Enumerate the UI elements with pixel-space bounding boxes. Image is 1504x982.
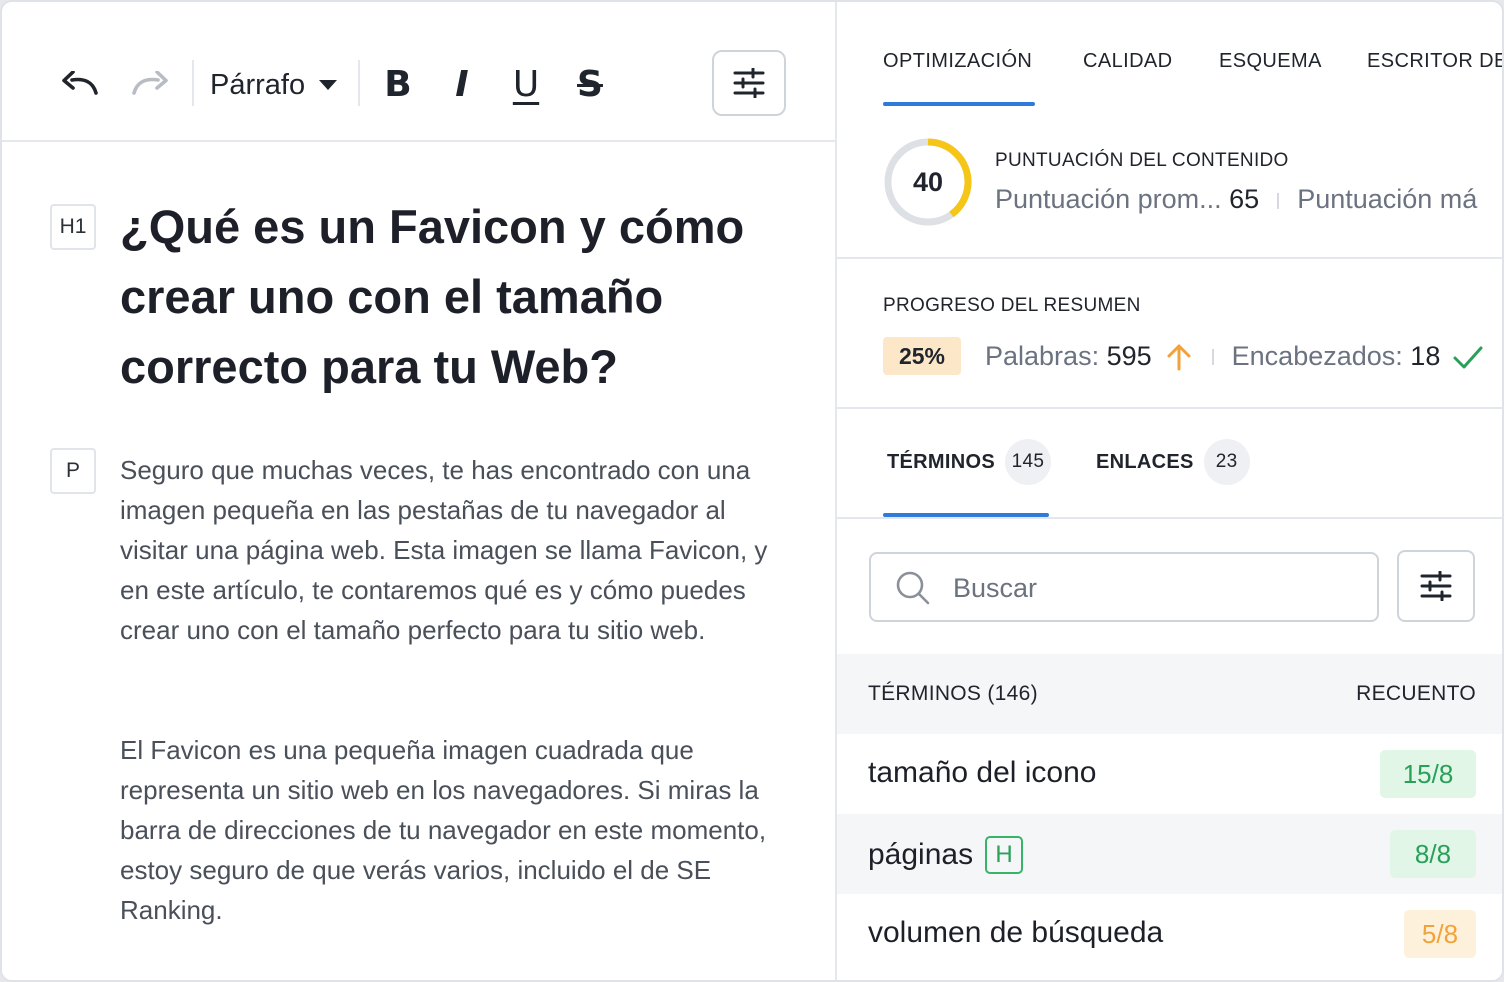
terms-table-header: TÉRMINOS (146) RECUENTO [837,654,1502,734]
col-terms-header[interactable]: TÉRMINOS (146) [868,682,1038,706]
search-icon [896,571,930,605]
term-text: páginas [868,838,974,871]
avg-score-label: Puntuación prom... [995,184,1222,214]
score-stats: Puntuación prom... 65 Puntuación má [995,184,1477,215]
undo-button[interactable] [54,54,106,114]
words-value: 595 [1106,341,1152,371]
paragraph-2[interactable]: El Favicon es una pequeña imagen cuadrad… [120,730,800,930]
seo-panel: OPTIMIZACIÓN CALIDAD ESQUEMA ESCRITOR DE… [835,2,1502,980]
arrow-up-icon [1167,344,1191,370]
subtab-enlaces[interactable]: ENLACES 23 [1096,439,1250,485]
tab-escritor[interactable]: ESCRITOR DE I [1367,50,1502,73]
underline-button[interactable]: U [506,54,546,114]
subtab-terminos[interactable]: TÉRMINOS 145 [887,439,1051,485]
app-window: Párrafo B I U S H1 ¿Qué es un Favicon y … [0,0,1504,982]
words-label: Palabras: [985,341,1100,371]
sliders-icon [733,68,765,98]
redo-button[interactable] [124,54,176,114]
col-count-header[interactable]: RECUENTO [1356,682,1476,706]
avg-score-value: 65 [1229,184,1260,214]
content-score-title: PUNTUACIÓN DEL CONTENIDO [995,150,1289,171]
strikethrough-button[interactable]: S [570,54,610,114]
subtab-enlaces-label: ENLACES [1096,450,1194,473]
term-text: tamaño del icono [868,756,1097,789]
undo-icon [62,71,98,95]
tab-calidad[interactable]: CALIDAD [1083,50,1173,73]
paragraph-style-select[interactable]: Párrafo [210,64,338,106]
italic-button[interactable]: I [442,54,482,114]
paragraph-style-label: Párrafo [210,68,306,101]
article-title[interactable]: ¿Qué es un Favicon y cómo crear uno con … [120,192,810,402]
term-label: volumen de búsqueda [868,916,1163,950]
terms-links-tabs: TÉRMINOS 145 ENLACES 23 [837,409,1502,519]
terms-count-badge: 145 [1004,439,1051,485]
term-count: 5/8 [1404,910,1476,958]
table-row[interactable]: tamaño del icono 15/8 [837,734,1502,814]
panel-tabs: OPTIMIZACIÓN CALIDAD ESQUEMA ESCRITOR DE… [837,2,1502,108]
toolbar-divider [358,60,360,106]
progress-stats: Palabras: 595 Encabezados: 18 [985,341,1484,372]
toolbar-divider [192,60,194,106]
redo-icon [132,71,168,95]
h1-block-tag[interactable]: H1 [50,204,96,250]
subtab-terminos-label: TÉRMINOS [887,450,995,473]
term-label: páginas H [868,836,1024,874]
stat-divider [1211,348,1214,365]
links-count-badge: 23 [1203,439,1250,485]
paragraph-1[interactable]: Seguro que muchas veces, te has encontra… [120,450,800,650]
paragraph-block-tag[interactable]: P [50,448,96,494]
editor-pane: Párrafo B I U S H1 ¿Qué es un Favicon y … [2,2,835,980]
headings-value: 18 [1410,341,1441,371]
brief-progress-title: PROGRESO DEL RESUMEN [883,295,1141,316]
content-score-section: 40 PUNTUACIÓN DEL CONTENIDO Puntuación p… [837,108,1502,259]
search-field[interactable] [869,552,1379,622]
bold-button[interactable]: B [378,54,418,114]
term-label: tamaño del icono [868,756,1097,790]
editor-toolbar: Párrafo B I U S [2,2,835,142]
chevron-down-icon [319,80,338,90]
tab-esquema[interactable]: ESQUEMA [1219,50,1322,73]
search-input[interactable] [953,568,1353,608]
active-tab-indicator [883,102,1035,106]
content-score-value: 40 [912,166,944,197]
heading-badge: H [985,836,1024,874]
term-count: 8/8 [1390,830,1476,878]
term-text: volumen de búsqueda [868,916,1164,949]
table-row[interactable]: volumen de búsqueda 5/8 [837,894,1502,974]
active-subtab-indicator [883,513,1049,517]
stat-divider [1277,192,1280,209]
headings-label: Encabezados: [1231,341,1403,371]
max-score-label: Puntuación má [1297,184,1478,214]
table-row[interactable]: páginas H 8/8 [837,814,1502,894]
editor-settings-button[interactable] [712,50,786,116]
checkmark-icon [1453,346,1483,368]
term-count: 15/8 [1380,750,1476,798]
brief-progress-section: PROGRESO DEL RESUMEN 25% Palabras: 595 E… [837,259,1502,409]
filter-button[interactable] [1397,550,1475,622]
sliders-icon [1420,571,1452,601]
tab-optimizacion[interactable]: OPTIMIZACIÓN [883,50,1032,73]
progress-percent-badge: 25% [883,337,961,375]
